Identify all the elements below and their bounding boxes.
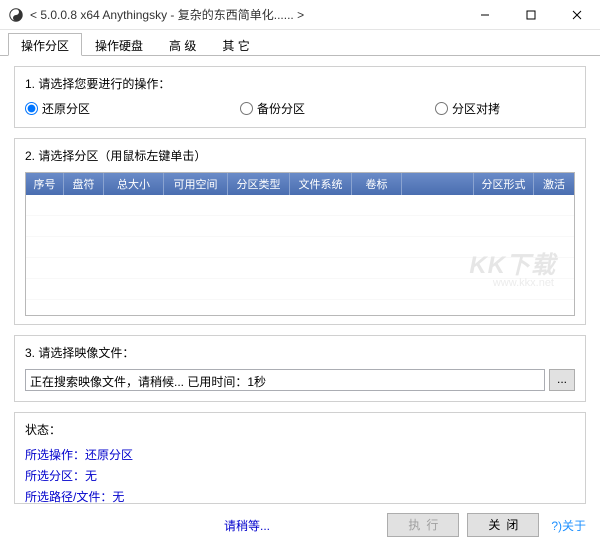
image-file-title: 3. 请选择映像文件： bbox=[25, 344, 575, 361]
radio-copy-input[interactable] bbox=[435, 102, 448, 115]
status-path-label: 所选路径/文件： bbox=[25, 490, 112, 504]
status-group: 状态： 所选操作：还原分区 所选分区：无 所选路径/文件：无 bbox=[14, 412, 586, 504]
th-partition-type[interactable]: 分区类型 bbox=[228, 173, 290, 195]
close-window-button[interactable]: 关闭 bbox=[467, 513, 539, 537]
radio-backup-input[interactable] bbox=[240, 102, 253, 115]
th-seq[interactable]: 序号 bbox=[26, 173, 64, 195]
tab-content: 1. 请选择您要进行的操作： 还原分区 备份分区 分区对拷 2. 请选择分区（用… bbox=[0, 56, 600, 524]
table-header: 序号 盘符 总大小 可用空间 分区类型 文件系统 卷标 分区形式 激活 bbox=[26, 173, 574, 195]
status-path-value: 无 bbox=[112, 490, 124, 504]
partition-table[interactable]: 序号 盘符 总大小 可用空间 分区类型 文件系统 卷标 分区形式 激活 KK下载… bbox=[25, 172, 575, 316]
th-partition-form[interactable]: 分区形式 bbox=[474, 173, 534, 195]
radio-copy-label: 分区对拷 bbox=[452, 100, 500, 117]
title-bar: < 5.0.0.8 x64 Anythingsky - 复杂的东西简单化....… bbox=[0, 0, 600, 30]
th-total-size[interactable]: 总大小 bbox=[104, 173, 164, 195]
partition-title: 2. 请选择分区（用鼠标左键单击） bbox=[25, 147, 575, 164]
radio-backup-label: 备份分区 bbox=[257, 100, 305, 117]
th-label[interactable]: 卷标 bbox=[352, 173, 402, 195]
image-file-group: 3. 请选择映像文件： 正在搜索映像文件，请稍候... 已用时间：1秒 ... bbox=[14, 335, 586, 402]
table-body[interactable]: KK下载 www.kkx.net bbox=[26, 195, 574, 315]
window-title: < 5.0.0.8 x64 Anythingsky - 复杂的东西简单化....… bbox=[30, 6, 304, 23]
app-icon bbox=[8, 7, 24, 23]
status-partition: 所选分区：无 bbox=[25, 467, 575, 484]
radio-restore-label: 还原分区 bbox=[42, 100, 90, 117]
th-drive[interactable]: 盘符 bbox=[64, 173, 104, 195]
status-operation-value: 还原分区 bbox=[85, 448, 133, 462]
operation-options: 还原分区 备份分区 分区对拷 bbox=[25, 100, 575, 117]
radio-restore[interactable]: 还原分区 bbox=[25, 100, 90, 117]
th-free-space[interactable]: 可用空间 bbox=[164, 173, 228, 195]
wait-message: 请稍等... bbox=[224, 517, 270, 534]
tab-partition-ops[interactable]: 操作分区 bbox=[8, 33, 82, 56]
partition-group: 2. 请选择分区（用鼠标左键单击） 序号 盘符 总大小 可用空间 分区类型 文件… bbox=[14, 138, 586, 325]
maximize-button[interactable] bbox=[508, 0, 554, 29]
th-gap bbox=[402, 173, 474, 195]
status-partition-label: 所选分区： bbox=[25, 469, 85, 483]
close-button[interactable] bbox=[554, 0, 600, 29]
tab-other[interactable]: 其 它 bbox=[209, 33, 262, 56]
minimize-button[interactable] bbox=[462, 0, 508, 29]
radio-backup[interactable]: 备份分区 bbox=[240, 100, 305, 117]
watermark-text: KK下载 bbox=[469, 245, 556, 280]
th-filesystem[interactable]: 文件系统 bbox=[290, 173, 352, 195]
tab-bar: 操作分区 操作硬盘 高 级 其 它 bbox=[0, 30, 600, 56]
status-path: 所选路径/文件：无 bbox=[25, 488, 575, 505]
status-title: 状态： bbox=[25, 421, 575, 438]
about-link[interactable]: ?)关于 bbox=[551, 517, 586, 534]
status-operation: 所选操作：还原分区 bbox=[25, 446, 575, 463]
tab-advanced[interactable]: 高 级 bbox=[156, 33, 209, 56]
operation-group: 1. 请选择您要进行的操作： 还原分区 备份分区 分区对拷 bbox=[14, 66, 586, 128]
execute-button[interactable]: 执行 bbox=[387, 513, 459, 537]
radio-copy[interactable]: 分区对拷 bbox=[435, 100, 500, 117]
watermark-url: www.kkx.net bbox=[493, 277, 554, 289]
image-file-input[interactable]: 正在搜索映像文件，请稍候... 已用时间：1秒 bbox=[25, 369, 545, 391]
th-active[interactable]: 激活 bbox=[534, 173, 574, 195]
window-controls bbox=[462, 0, 600, 29]
browse-button[interactable]: ... bbox=[549, 369, 575, 391]
status-operation-label: 所选操作： bbox=[25, 448, 85, 462]
operation-title: 1. 请选择您要进行的操作： bbox=[25, 75, 575, 92]
radio-restore-input[interactable] bbox=[25, 102, 38, 115]
footer-bar: 请稍等... 执行 关闭 ?)关于 bbox=[0, 513, 600, 537]
tab-disk-ops[interactable]: 操作硬盘 bbox=[82, 33, 156, 56]
status-partition-value: 无 bbox=[85, 469, 97, 483]
